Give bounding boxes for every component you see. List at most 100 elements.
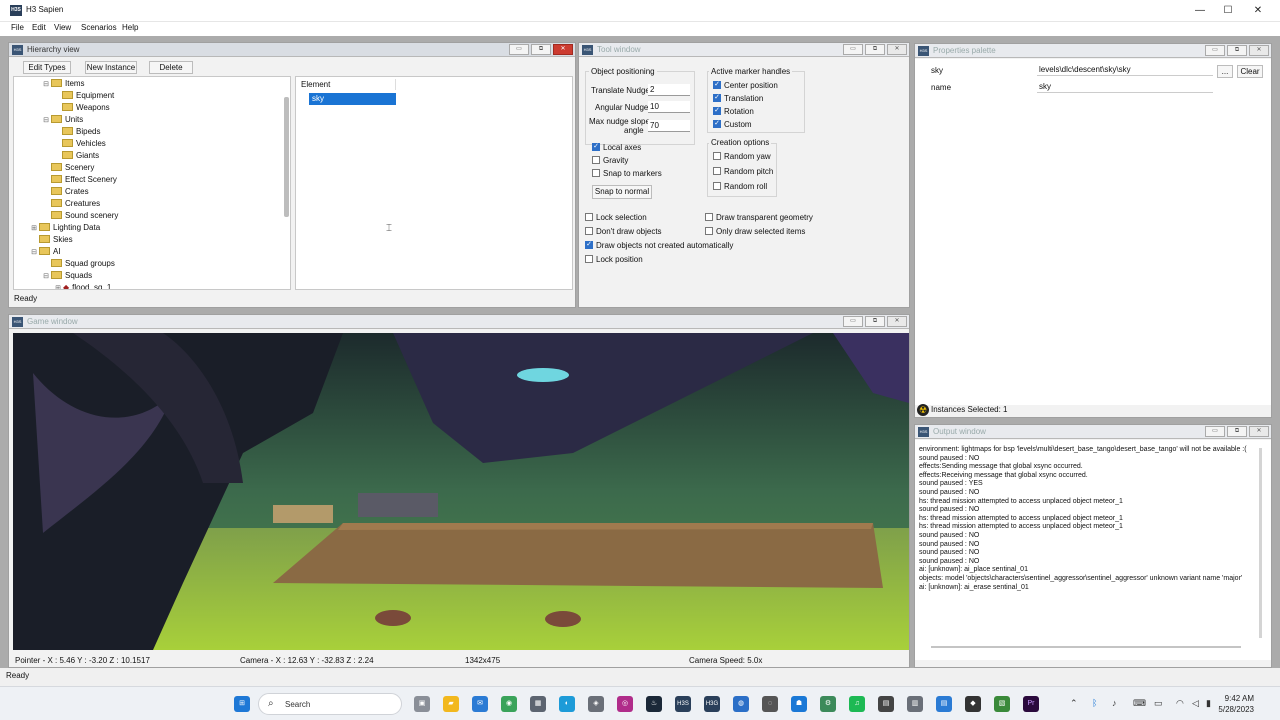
h3g-taskbar-icon[interactable]: H3G <box>704 696 720 712</box>
max-nudge-slope-input[interactable]: 70 <box>648 120 690 132</box>
random-roll-checkbox[interactable] <box>713 182 721 190</box>
menu-edit[interactable]: Edit <box>32 23 46 32</box>
edge-icon[interactable]: ◐ <box>559 696 575 712</box>
premiere-icon[interactable]: Pr <box>1023 696 1039 712</box>
spotify-icon[interactable]: ♫ <box>849 696 865 712</box>
tree-item[interactable]: Sound scenery <box>51 210 118 222</box>
panel-maximize-button[interactable]: ⧉ <box>1227 426 1247 437</box>
close-button[interactable]: ✕ <box>1243 3 1273 19</box>
file-explorer-icon[interactable]: ▰ <box>443 696 459 712</box>
display-icon[interactable]: ▭ <box>1154 698 1163 709</box>
tree-item[interactable]: Creatures <box>51 198 100 210</box>
steam-icon[interactable]: ♨ <box>646 696 662 712</box>
snap-to-markers-checkbox[interactable] <box>592 169 600 177</box>
tree-item[interactable]: Bipeds <box>62 126 100 138</box>
clock-time[interactable]: 9:42 AM <box>1222 694 1254 703</box>
tree-item[interactable]: ⊟ Squads <box>42 270 92 282</box>
h3s-taskbar-icon[interactable]: H3S <box>675 696 691 712</box>
panel-close-button[interactable]: ✕ <box>553 44 573 55</box>
tree-item[interactable]: Effect Scenery <box>51 174 117 186</box>
battery-icon[interactable]: ▮ <box>1206 698 1211 709</box>
microphone-icon[interactable]: ♪ <box>1112 698 1117 708</box>
store-icon[interactable]: ▤ <box>878 696 894 712</box>
draw-transparent-geometry-checkbox[interactable] <box>705 213 713 221</box>
tree-item[interactable]: ⊟ Units <box>42 114 83 126</box>
translation-checkbox[interactable]: ✓ <box>713 94 721 102</box>
tree-item[interactable]: Vehicles <box>62 138 106 150</box>
only-draw-selected-checkbox[interactable] <box>705 227 713 235</box>
panel-minimize-button[interactable]: ▭ <box>509 44 529 55</box>
output-hscrollbar[interactable] <box>931 646 1241 648</box>
minimize-button[interactable]: — <box>1185 3 1215 19</box>
game-window-titlebar[interactable]: H3S Game window ▭ ⧉ ✕ <box>9 315 909 329</box>
app-icon-circle[interactable]: ◌ <box>762 696 778 712</box>
dont-draw-objects-checkbox[interactable] <box>585 227 593 235</box>
tool-window-titlebar[interactable]: H3S Tool window ▭ ⧉ ✕ <box>579 43 909 57</box>
tree-item[interactable]: ⊞ ◆ flood_sq_1 <box>54 282 111 289</box>
output-window-titlebar[interactable]: H3S Output window ▭ ⧉ ✕ <box>915 425 1271 439</box>
clear-button[interactable]: Clear <box>1237 65 1263 78</box>
volume-icon[interactable]: ◁ <box>1192 698 1199 709</box>
center-position-checkbox[interactable]: ✓ <box>713 81 721 89</box>
mail-icon[interactable]: ✉ <box>472 696 488 712</box>
panel-maximize-button[interactable]: ⧉ <box>865 44 885 55</box>
panel-minimize-button[interactable]: ▭ <box>843 44 863 55</box>
tree-item[interactable]: Squad groups <box>51 258 115 270</box>
tree-item[interactable]: Weapons <box>62 102 110 114</box>
hierarchy-view-titlebar[interactable]: H3S Hierarchy view ▭ ⧉ ✕ <box>9 43 575 57</box>
menu-file[interactable]: File <box>11 23 24 32</box>
custom-checkbox[interactable]: ✓ <box>713 120 721 128</box>
angular-nudge-input[interactable]: 10 <box>648 101 690 113</box>
taskbar-search[interactable]: ⌕ Search <box>258 693 402 715</box>
delete-button[interactable]: Delete <box>149 61 193 74</box>
panel-minimize-button[interactable]: ▭ <box>1205 426 1225 437</box>
calculator-icon[interactable]: ▦ <box>530 696 546 712</box>
property-value-field[interactable]: levels\dlc\descent\sky\sky <box>1037 64 1213 76</box>
translate-nudge-input[interactable]: 2 <box>648 84 690 96</box>
output-vscrollbar[interactable] <box>1259 448 1262 638</box>
local-axes-checkbox[interactable]: ✓ <box>592 143 600 151</box>
random-pitch-checkbox[interactable] <box>713 167 721 175</box>
panel-close-button[interactable]: ✕ <box>887 316 907 327</box>
gravity-checkbox[interactable] <box>592 156 600 164</box>
rotation-checkbox[interactable]: ✓ <box>713 107 721 115</box>
lock-selection-checkbox[interactable] <box>585 213 593 221</box>
menu-help[interactable]: Help <box>122 23 138 32</box>
start-icon[interactable]: ⊞ <box>234 696 250 712</box>
panel-maximize-button[interactable]: ⧉ <box>531 44 551 55</box>
panel-minimize-button[interactable]: ▭ <box>1205 45 1225 56</box>
tree-item[interactable]: Crates <box>51 186 89 198</box>
properties-palette-titlebar[interactable]: H3S Properties palette ▭ ⧉ ✕ <box>915 44 1271 58</box>
property-value-field[interactable]: sky <box>1037 81 1213 93</box>
tree-item[interactable]: Skies <box>39 234 73 246</box>
panel-close-button[interactable]: ✕ <box>887 44 907 55</box>
browse-button[interactable]: ... <box>1217 65 1233 78</box>
tree-item[interactable]: Giants <box>62 150 99 162</box>
tree-scrollbar[interactable] <box>284 97 289 217</box>
task-view-icon[interactable]: ▣ <box>414 696 430 712</box>
game-viewport[interactable] <box>13 333 909 650</box>
snap-to-normal-button[interactable]: Snap to normal <box>592 185 652 199</box>
panel-maximize-button[interactable]: ⧉ <box>865 316 885 327</box>
app-icon-generic[interactable]: ◈ <box>588 696 604 712</box>
edit-types-button[interactable]: Edit Types <box>23 61 71 74</box>
clock-date[interactable]: 5/28/2023 <box>1215 705 1254 714</box>
app-icon-blue[interactable]: ◍ <box>733 696 749 712</box>
figure-app-icon[interactable]: ☗ <box>791 696 807 712</box>
selected-element-row[interactable]: sky <box>309 93 396 105</box>
app-icon-dark[interactable]: ◆ <box>965 696 981 712</box>
wifi-icon[interactable]: ◠ <box>1176 698 1184 709</box>
tree-item[interactable]: ⊞ Lighting Data <box>30 222 100 234</box>
tree-item[interactable]: ⊟ Items <box>42 78 85 90</box>
draw-objects-not-created-checkbox[interactable]: ✓ <box>585 241 593 249</box>
maximize-button[interactable]: ☐ <box>1213 3 1243 19</box>
tree-item[interactable]: Scenery <box>51 162 94 174</box>
tree-item[interactable]: Equipment <box>62 90 114 102</box>
app-icon-green[interactable]: ▧ <box>994 696 1010 712</box>
bluetooth-icon[interactable]: ᛒ <box>1092 698 1097 708</box>
tree-item[interactable]: ⊟ AI <box>30 246 61 258</box>
panel-minimize-button[interactable]: ▭ <box>843 316 863 327</box>
panel-close-button[interactable]: ✕ <box>1249 426 1269 437</box>
media-app-icon[interactable]: ◎ <box>617 696 633 712</box>
element-column-header[interactable]: Element <box>301 80 330 89</box>
